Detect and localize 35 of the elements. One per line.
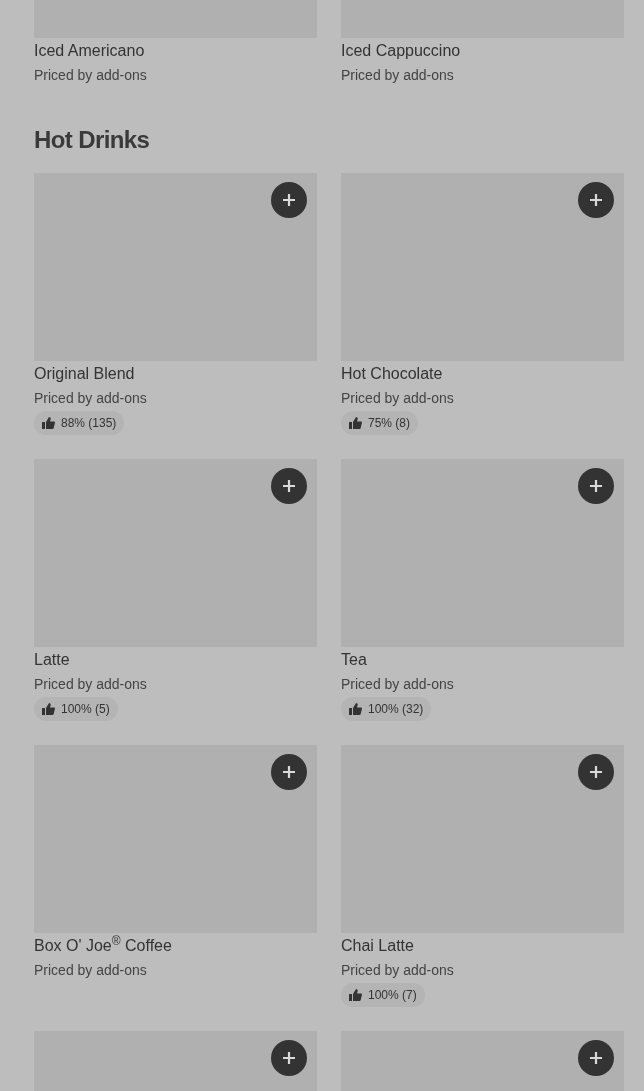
plus-icon bbox=[282, 765, 296, 779]
plus-icon bbox=[282, 479, 296, 493]
thumbs-up-icon bbox=[42, 417, 55, 429]
item-price: Priced by add-ons bbox=[34, 66, 147, 85]
item-price: Priced by add-ons bbox=[34, 675, 147, 694]
rating-text: 100% (32) bbox=[368, 701, 424, 717]
item-price: Priced by add-ons bbox=[341, 66, 454, 85]
thumbs-up-icon bbox=[349, 703, 362, 715]
item-price: Priced by add-ons bbox=[34, 961, 147, 980]
item-name: Original Blend bbox=[34, 364, 135, 384]
item-name: Tea bbox=[341, 650, 367, 670]
rating-text: 88% (135) bbox=[61, 415, 117, 431]
plus-icon bbox=[589, 765, 603, 779]
rating-text: 100% (5) bbox=[61, 701, 110, 717]
item-price: Priced by add-ons bbox=[34, 389, 147, 408]
item-name: Iced Americano bbox=[34, 41, 145, 61]
thumbs-up-icon bbox=[42, 703, 55, 715]
item-name: Hot Chocolate bbox=[341, 364, 443, 384]
section-heading: Hot Drinks bbox=[34, 125, 151, 155]
plus-icon bbox=[282, 1051, 296, 1065]
plus-icon bbox=[282, 193, 296, 207]
item-price: Priced by add-ons bbox=[341, 675, 454, 694]
item-name: Latte bbox=[34, 650, 70, 670]
plus-icon bbox=[589, 1051, 603, 1065]
item-name: Chai Latte bbox=[341, 936, 414, 956]
thumbs-up-icon bbox=[349, 417, 362, 429]
item-name: Box O' Joe$^{®}$ Coffee bbox=[34, 934, 172, 956]
item-price: Priced by add-ons bbox=[341, 961, 454, 980]
plus-icon bbox=[589, 193, 603, 207]
rating-text: 100% (7) bbox=[368, 987, 417, 1003]
rating-text: 75% (8) bbox=[368, 415, 411, 431]
item-name: Iced Cappuccino bbox=[341, 41, 461, 61]
plus-icon bbox=[589, 479, 603, 493]
item-price: Priced by add-ons bbox=[341, 389, 454, 408]
thumbs-up-icon bbox=[349, 989, 362, 1001]
